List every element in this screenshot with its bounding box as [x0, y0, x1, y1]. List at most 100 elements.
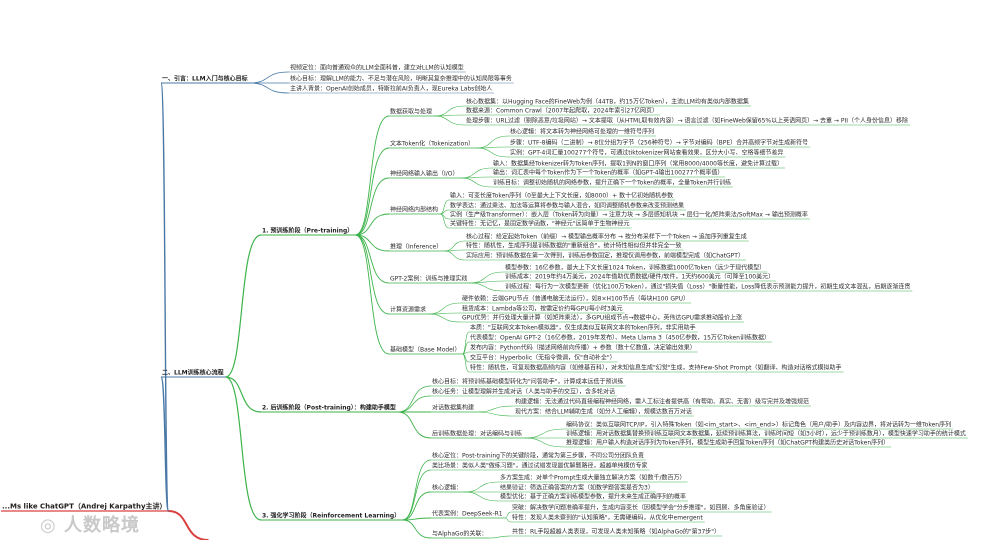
edge-rl-logic — [402, 491, 432, 521]
post-dataset-item[interactable]: 现代方案：结合LLM辅助生成（如分人工编辑），规模达数百万对话 — [515, 408, 692, 416]
edge-pretrain-token-item — [476, 147, 510, 158]
pretrain-token-item[interactable]: 步骤：UTF-8编码（二进制）→ 8位分组为字节（256种符号）→ 字节对编码（… — [510, 139, 808, 147]
edge-pretrain-base-item — [462, 353, 470, 373]
pretrain-io-item[interactable]: 输出：词汇表中每个Token作为下一个Token的概率（如GPT-4输出1002… — [493, 169, 723, 177]
pretrain-inference-item[interactable]: 核心过程：给定起始Token（前缀）→ 模型输出概率分布 → 按分布采样下一个T… — [466, 233, 747, 241]
rl-logic[interactable]: 核心逻辑： — [432, 484, 462, 492]
post-dataset-item[interactable]: 构建逻辑：无法通过代码直接编程神经网络，需人工标注者提供高（有帮助、真实、无害）… — [515, 398, 809, 406]
rl-logic-item[interactable]: 多方案生成：对单个Prompt生成大量独立解决方案（如数千/数百万） — [500, 474, 686, 482]
pretrain-token[interactable]: 文本Token化（Tokenization） — [390, 140, 474, 148]
pretrain-inference-item[interactable]: 实际应用：预训练数据在第一次得到，训练后参数固定，推理仅调用参数，前端模型完成（… — [466, 252, 744, 260]
edge-rl-alphago-item — [489, 535, 512, 539]
edge-rl-deepseek-item — [504, 517, 512, 523]
pretrain-token-item[interactable]: 核心逻辑：将文本转为神经网络可处理的一维符号序列 — [510, 128, 654, 136]
pretrain-token-item[interactable]: 实例：GPT-4词汇量100277个符号，可通过tiktokenizer网站查看… — [510, 149, 784, 157]
edge-rl-deepseek-item — [504, 511, 512, 519]
pretrain-data-item[interactable]: 核心数据集：以Hugging Face的FineWeb为例（44TB，约15万亿… — [466, 98, 749, 106]
edge-post-dataset-item — [476, 411, 515, 417]
pretrain-internal-item[interactable]: 实例（生产级Transformer）：嵌入层（Token转为向量）→ 注意力块 … — [450, 211, 808, 219]
post-goal[interactable]: 核心任务：让模型理解并生成对话（人类与助手的交互），含多轮对话 — [432, 388, 615, 396]
pretrain-compute[interactable]: 计算资源需求 — [390, 306, 426, 314]
rl-deepseek[interactable]: 代表案例：DeepSeek-R1 — [432, 510, 503, 518]
pretrain-data-item[interactable]: 数据来源：Common Crawl（2007年起爬取，2024年索引27亿网页） — [466, 107, 658, 115]
rl-item[interactable]: 核心定位：Post-training下的关键阶段，通常为第三步骤，不同公司分团队… — [432, 452, 644, 460]
pretrain-base-item[interactable]: 特性：随机性，可复现数据高频内容（如维基百科），对未知信息生成"幻觉"生成，支持… — [470, 364, 841, 372]
edge-post-token-item — [524, 437, 566, 448]
edge-pretrain-inference-item — [444, 240, 466, 252]
pretrain-internal-item[interactable]: 数学表达：通过乘法、加法等运算将参数与输入混合，如同调整随机参数来改变预测结果 — [450, 202, 684, 210]
pretrain-compute-item[interactable]: 硬件依赖：云端GPU节点（普通电脑无法运行），如8×H100节点（每块H100 … — [462, 295, 689, 303]
pretrain-inference[interactable]: 推理（Inference） — [390, 243, 442, 251]
pretrain-base-item[interactable]: 本质："互联网文本Token模拟器"，仅生成类似互联网文本的Token序列，非实… — [470, 324, 696, 332]
edge-post-dataset-item — [476, 405, 515, 413]
edge-rl-item — [402, 469, 432, 521]
root-edge-down — [168, 510, 209, 540]
pretrain-gpt2-item[interactable]: 训练过程：每行为一次模型更新（优化100万Token），通过"损失值（Loss）… — [505, 283, 910, 291]
pretrain-title[interactable]: 1. 预训练阶段（Pre-training） — [262, 227, 353, 235]
rl-deepseek-item[interactable]: 突破：解决数学问题准确率提升，生成内容变长（因模型学会"分步推理"，如回顾、多角… — [512, 504, 770, 512]
post-token-item[interactable]: 推理逻辑：用户输入构造对话序列为Token序列，模型生成助手回复Token序列（… — [566, 439, 889, 447]
edge-pretrain — [225, 234, 262, 378]
root-node[interactable]: ...Ms like ChatGPT（Andrej Karpathy主讲） — [2, 502, 167, 511]
pretrain-base-item[interactable]: 代表模型：OpenAI GPT-2（16亿参数，2019年发布）、Meta Ll… — [470, 334, 770, 342]
rl-logic-item[interactable]: 结果验证：筛选正确答案的方案（如数学题答案是否为3） — [500, 484, 654, 492]
edge-pretrain-io-item — [460, 177, 493, 188]
pretrain-compute-item[interactable]: 租赁成本：Lambda等公司，按需定价约每GPU每小时3美元 — [462, 305, 623, 313]
edge-pretrain-compute-item — [428, 302, 462, 315]
edge-pretrain-io-item — [460, 167, 493, 179]
pretrain-gpt2-item[interactable]: 模型参数：16亿参数，最大上下文长度1024 Token，训练数据1000亿To… — [505, 264, 765, 272]
intro-item[interactable]: 核心目标：理解LLM的能力、不足与潜在风险，明晰其复杂推理中的认知局限等事务 — [290, 75, 512, 83]
edge-post-token-item — [524, 428, 566, 439]
pretrain-base-item[interactable]: 交互平台：Hyperbolic（无指令微调，仅"自动补全"） — [470, 354, 616, 362]
pretrain-base-item[interactable]: 发布内容：Python代码（描述网络前向传播）+ 参数（数十亿数值，决定输出效果… — [470, 344, 696, 352]
edge-rl-logic-item — [464, 491, 500, 502]
edge-pretrain-data-item — [434, 105, 466, 117]
post-token-item[interactable]: 训练逻辑：用对话数据集替换预训练互联网文本数据集，延续预训练算法，训练时间短（如… — [566, 430, 966, 438]
edge-post-token — [397, 411, 432, 439]
post-dataset[interactable]: 对话数据集构建 — [432, 404, 474, 412]
pretrain-base[interactable]: 基础模型（Base Model） — [390, 346, 461, 354]
edge-rl-logic-item — [464, 481, 500, 493]
pretrain-compute-item[interactable]: GPU优势：并行处理大量计算（如矩阵乘法），多GPU组成节点→数据中心，英伟达G… — [462, 314, 742, 322]
main-title[interactable]: 二、LLM训练核心流程 — [162, 369, 224, 377]
post-token[interactable]: 后训练数据处理：对话编码与训练 — [432, 430, 522, 438]
pretrain-data[interactable]: 数据获取与处理 — [390, 108, 432, 116]
pretrain-inference-item[interactable]: 特性：随机性，生成序列是训练数据的"重新组合"，统计特性相似但并非完全一致 — [466, 242, 682, 250]
edge-intro-item — [249, 71, 290, 84]
edge-pretrain-internal-item — [439, 213, 450, 229]
rl-title[interactable]: 3. 强化学习阶段（Reinforcement Learning） — [262, 512, 400, 520]
post-goal[interactable]: 核心目标：将预训练基础模型转化为"问答助手"，计算成本远低于预训练 — [432, 378, 624, 386]
rl-alphago[interactable]: 与AlphaGo的关联： — [432, 530, 487, 538]
edge-pretrain-gpt2 — [355, 234, 390, 284]
post-title[interactable]: 2. 后训练阶段（Post-training）：构建助手模型 — [262, 404, 396, 412]
mind-map-canvas: ...Ms like ChatGPT（Andrej Karpathy主讲） 一、引… — [1, 64, 968, 540]
pretrain-io-item[interactable]: 训练目标：调整初始随机的网络参数，提升正确下一个Token的概率，全量Token… — [493, 179, 731, 187]
edge-pretrain-data-item — [434, 115, 466, 126]
rl-logic-item[interactable]: 模型优化：基于正确方案训练模型参数，提升未来生成正确序列的概率 — [500, 493, 686, 501]
pretrain-io[interactable]: 神经网络输入输出（I/O） — [390, 170, 459, 178]
edge-rl-alphago — [402, 519, 432, 539]
rl-deepseek-item[interactable]: 特性：发现人类未察到的"认知策略"，无需硬编码，从优化中emergent — [512, 514, 703, 522]
pretrain-data-item[interactable]: 处理步骤：URL过滤（剔除恶意/垃圾网站）→ 文本提取（从HTML取有效内容）→… — [466, 117, 908, 125]
edge-pretrain-compute-item — [428, 313, 462, 323]
pretrain-gpt2-item[interactable]: 训练成本：2019年约4万美元，2024年借助优质数据/硬件/软件，1天约600… — [505, 273, 774, 281]
intro-item[interactable]: 主讲人背景：OpenAI创始成员，特斯拉前AI负责人，现Eureka Labs创… — [290, 85, 492, 93]
pretrain-internal[interactable]: 神经网络内部结构 — [390, 206, 438, 214]
edge-intro-item — [249, 82, 290, 94]
post-token-item[interactable]: 编码协议：类似互联网TCP/IP，引入特殊Token（如<im_start>、<… — [566, 421, 951, 429]
edge-pretrain-inference-item — [444, 250, 466, 261]
intro-title[interactable]: 一、引言：LLM入门与核心目标 — [162, 75, 248, 83]
edge-pretrain-base — [355, 234, 390, 355]
pretrain-gpt2[interactable]: GPT-2案例：训练与推理实践 — [390, 275, 467, 283]
intro-item[interactable]: 视频定位：面向普通观众的LLM全面科普，建立对LLM的认知模型 — [290, 64, 464, 72]
rl-item[interactable]: 类比场景：类似人类"做练习题"，通过试错发现最优解题路径，超越单纯模仿专家 — [432, 462, 648, 470]
pretrain-io-item[interactable]: 输入：数据集经Tokenizer转为Token序列，提取1到N的窗口序列（常用8… — [493, 160, 783, 168]
edge-pretrain-gpt2-item — [469, 280, 505, 284]
pretrain-internal-item[interactable]: 输入：可变长度Token序列（0至最大上下文长度，如8000）+ 数十亿初始随机… — [450, 192, 673, 200]
rl-alphago-item[interactable]: 共性：RL手段超越人类表现，可发现人类未知策略（如AlphaGo的"第37步"） — [512, 528, 720, 536]
watermark: ◎ 人数略境 — [40, 515, 140, 536]
edge-pretrain-io — [355, 177, 390, 236]
pretrain-internal-item[interactable]: 关键特性：无记忆，是固定数学函数，"神经元"远简单于生物神经元 — [450, 220, 630, 228]
edge-pretrain-base-item — [462, 331, 470, 355]
edge-pretrain-data — [355, 115, 390, 236]
